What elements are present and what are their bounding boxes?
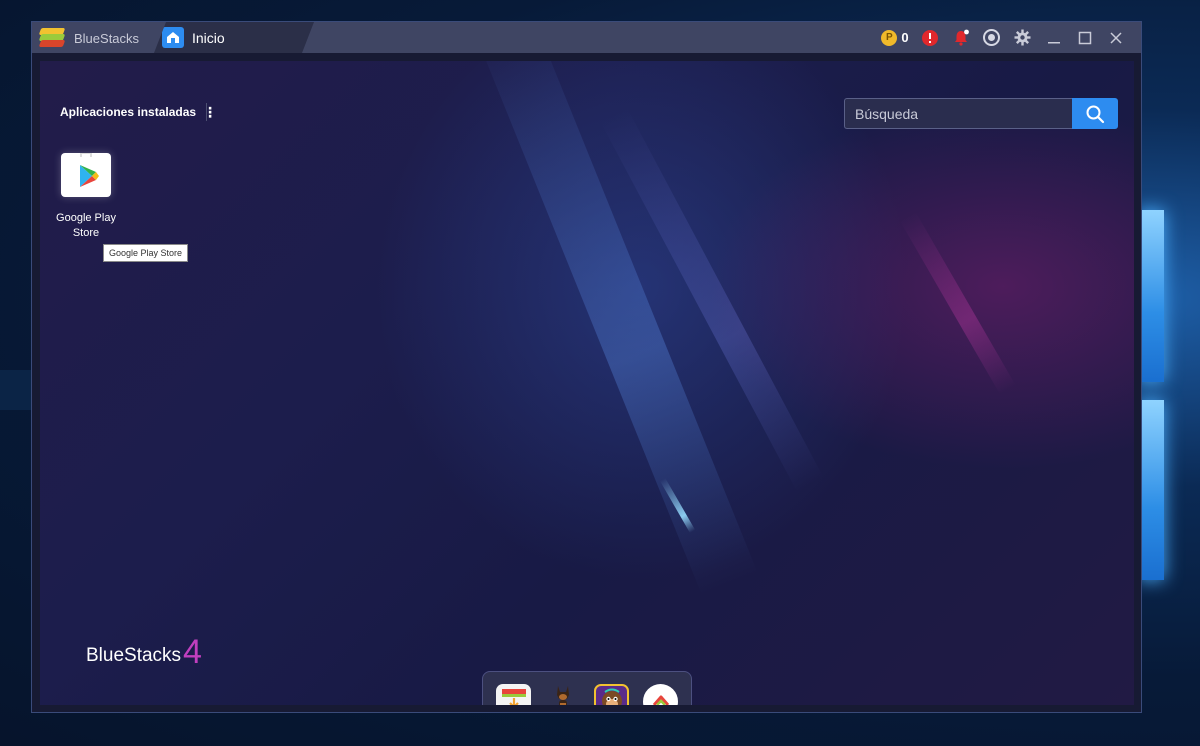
dock-item-app-center[interactable] [496, 683, 531, 705]
brand: BlueStacks [38, 26, 140, 50]
tab-label: Inicio [192, 29, 225, 46]
title-actions: P 0 [876, 22, 1131, 53]
windows-logo-icon [1138, 210, 1200, 580]
profile-icon [983, 29, 1000, 46]
bluestacks-watermark: BlueStacks 4 [86, 633, 202, 671]
google-play-store-icon [61, 152, 111, 197]
app-label: Google Play Store [56, 212, 116, 239]
app-center-download-icon [501, 689, 526, 705]
installed-apps-title: Aplicaciones instaladas [60, 105, 197, 119]
monkey-game-icon [601, 688, 622, 705]
watermark-text: BlueStacks [86, 645, 182, 666]
desktop-edge [0, 370, 32, 410]
home-icon [162, 27, 184, 48]
alert-button[interactable] [914, 22, 945, 53]
app-tile-google-play-store[interactable]: Google Play Store [50, 152, 122, 241]
alert-icon [921, 29, 938, 46]
dock-item-bluestacks-app[interactable] [643, 683, 678, 705]
bluestacks-app-icon [652, 695, 669, 705]
background-ray [900, 212, 1016, 395]
search-button[interactable] [1072, 98, 1118, 129]
dock-item-doberman-game[interactable] [545, 684, 580, 705]
search-input[interactable] [844, 98, 1072, 129]
close-button[interactable] [1100, 22, 1131, 53]
app-dock [482, 671, 692, 705]
title-bar: BlueStacks Inicio P 0 [32, 22, 1141, 53]
search-box [844, 98, 1118, 129]
close-icon [1109, 31, 1122, 44]
search-icon [1086, 105, 1105, 123]
maximize-button[interactable] [1069, 22, 1100, 53]
tooltip: Google Play Store [103, 244, 189, 262]
bluestacks-window: BlueStacks Inicio P 0 Aplicaciones insta… [31, 21, 1142, 713]
doberman-game-icon [556, 686, 569, 705]
bluestacks-logo-icon [38, 28, 66, 48]
coin-count: 0 [901, 30, 909, 45]
watermark-version: 4 [183, 633, 202, 671]
profile-button[interactable] [976, 22, 1007, 53]
maximize-icon [1078, 31, 1091, 44]
settings-gear-icon [1014, 29, 1031, 46]
coins-button[interactable]: P 0 [876, 22, 914, 53]
notification-bell-icon [954, 29, 969, 46]
settings-button[interactable] [1007, 22, 1038, 53]
coin-icon: P [881, 29, 898, 46]
minimize-button[interactable] [1038, 22, 1069, 53]
more-options-button[interactable]: ⋮ [202, 103, 218, 121]
notifications-button[interactable] [945, 22, 976, 53]
home-screen: Aplicaciones instaladas ⋮ Búsqueda Googl… [40, 61, 1134, 705]
minimize-icon [1047, 41, 1060, 43]
tab-inicio[interactable]: Inicio [154, 22, 314, 53]
brand-name: BlueStacks [74, 30, 140, 46]
dock-item-monkey-game[interactable] [594, 683, 629, 705]
